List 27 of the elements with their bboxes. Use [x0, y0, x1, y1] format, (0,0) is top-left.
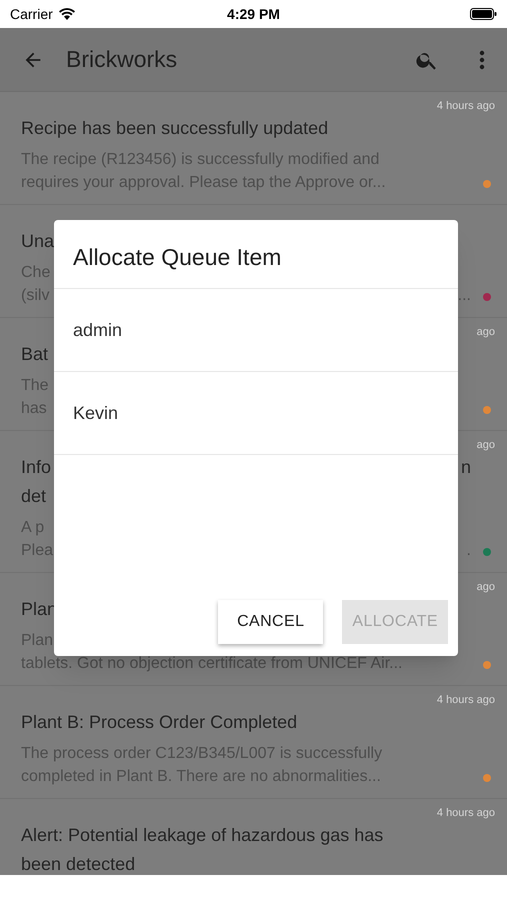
timestamp: 4 hours ago: [436, 806, 495, 821]
carrier-label: Carrier: [10, 4, 53, 24]
dialog-button[interactable]: CANCEL: [218, 600, 324, 644]
user-option[interactable]: admin: [54, 289, 458, 372]
notification-title: Alert: Potential leakage of hazardous gas has: [21, 824, 384, 847]
timestamp: ago: [476, 325, 495, 340]
app-title: Brickworks: [66, 45, 178, 74]
notification-text: .: [466, 541, 471, 561]
user-option[interactable]: Kevin: [54, 372, 458, 455]
battery-icon: [470, 8, 497, 20]
timestamp: ago: [476, 580, 495, 595]
notification-title: Bat: [21, 343, 48, 366]
notification-title: Plant B: Process Order Completed: [21, 711, 298, 734]
timestamp: 4 hours ago: [436, 693, 495, 708]
notification-title: Recipe has been successfully updated: [21, 117, 328, 140]
notification-title: Una: [21, 230, 54, 253]
notification-title: Info: [21, 456, 52, 479]
notification-text: ...: [458, 286, 471, 306]
notification-title: n: [460, 456, 471, 479]
notification-title: det: [21, 485, 46, 508]
more-options-icon[interactable]: [479, 50, 485, 70]
dialog-title: Allocate Queue Item: [72, 243, 282, 272]
clock-label: 4:29 PM: [227, 4, 280, 24]
notification-title: been detected: [21, 853, 136, 875]
timestamp: ago: [476, 438, 495, 453]
wifi-icon: [58, 8, 75, 20]
timestamp: 4 hours ago: [436, 99, 495, 114]
